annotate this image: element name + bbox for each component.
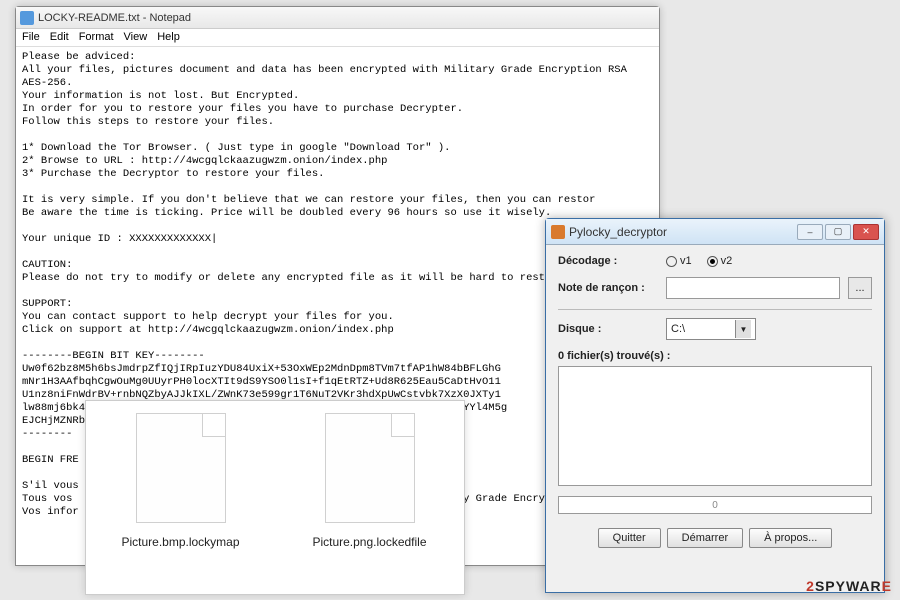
maximize-button[interactable]: ▢ (825, 224, 851, 240)
menu-help[interactable]: Help (157, 31, 180, 44)
notepad-titlebar[interactable]: LOCKY-README.txt - Notepad (16, 7, 659, 29)
browse-button[interactable]: ... (848, 277, 872, 299)
file-list[interactable] (558, 366, 872, 486)
decodage-row: Décodage : v1 v2 (558, 255, 872, 267)
menu-view[interactable]: View (124, 31, 148, 44)
ransom-note-row: Note de rançon : ... (558, 277, 872, 299)
decryptor-titlebar[interactable]: Pylocky_decryptor – ▢ ✕ (546, 219, 884, 245)
ransom-note-label: Note de rançon : (558, 282, 658, 294)
radio-v1-label: v1 (680, 255, 692, 267)
encrypted-file-2[interactable]: Picture.png.lockedfile (295, 413, 444, 582)
radio-v2[interactable]: v2 (707, 255, 733, 267)
disk-label: Disque : (558, 323, 658, 335)
window-controls: – ▢ ✕ (797, 224, 879, 240)
radio-v2-label: v2 (721, 255, 733, 267)
decryptor-footer: Quitter Démarrer À propos... (558, 528, 872, 548)
java-icon (551, 225, 565, 239)
file-label: Picture.bmp.lockymap (106, 535, 255, 549)
disk-row: Disque : C:\ ▼ (558, 318, 872, 340)
radio-icon (666, 256, 677, 267)
files-found-label: 0 fichier(s) trouvé(s) : (558, 350, 872, 362)
menu-edit[interactable]: Edit (50, 31, 69, 44)
decryptor-body: Décodage : v1 v2 Note de rançon : ... Di… (546, 245, 884, 558)
disk-value: C:\ (671, 323, 685, 335)
chevron-down-icon: ▼ (735, 320, 751, 338)
close-button[interactable]: ✕ (853, 224, 879, 240)
radio-v1[interactable]: v1 (666, 255, 692, 267)
notepad-icon (20, 11, 34, 25)
about-button[interactable]: À propos... (749, 528, 832, 548)
progress-bar: 0 (558, 496, 872, 514)
decryptor-window: Pylocky_decryptor – ▢ ✕ Décodage : v1 v2 (545, 218, 885, 593)
version-radio-group: v1 v2 (666, 255, 732, 267)
ransom-note-input[interactable] (666, 277, 840, 299)
explorer-panel: Picture.bmp.lockymap Picture.png.lockedf… (85, 400, 465, 595)
start-button[interactable]: Démarrer (667, 528, 743, 548)
radio-icon (707, 256, 718, 267)
progress-value: 0 (712, 500, 718, 511)
file-icon (136, 413, 226, 523)
watermark-2: 2 (806, 578, 815, 594)
quit-button[interactable]: Quitter (598, 528, 661, 548)
encrypted-file-1[interactable]: Picture.bmp.lockymap (106, 413, 255, 582)
divider (558, 309, 872, 310)
file-label: Picture.png.lockedfile (295, 535, 444, 549)
watermark-mid: SPYWAR (815, 578, 882, 594)
decodage-label: Décodage : (558, 255, 658, 267)
minimize-button[interactable]: – (797, 224, 823, 240)
menu-file[interactable]: File (22, 31, 40, 44)
menu-format[interactable]: Format (79, 31, 114, 44)
decryptor-title: Pylocky_decryptor (569, 225, 667, 239)
notepad-title: LOCKY-README.txt - Notepad (38, 12, 191, 24)
disk-select[interactable]: C:\ ▼ (666, 318, 756, 340)
file-icon (325, 413, 415, 523)
notepad-menubar: File Edit Format View Help (16, 29, 659, 47)
watermark: 2SPYWARE (806, 578, 892, 594)
watermark-e: E (882, 578, 892, 594)
